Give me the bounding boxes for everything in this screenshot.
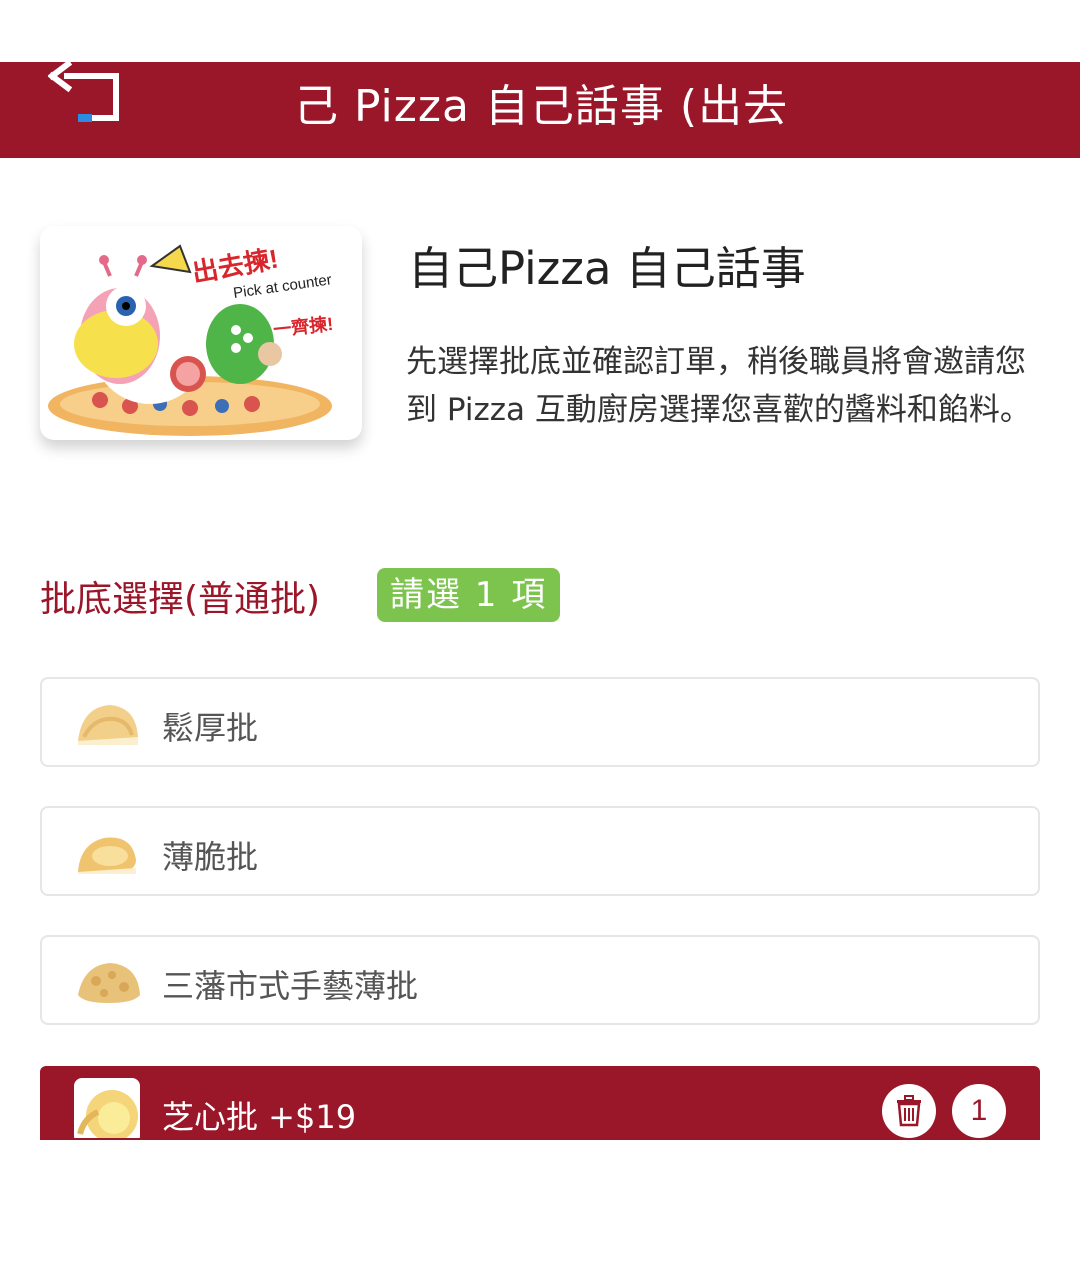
remove-button[interactable]	[882, 1084, 936, 1138]
option-label: 三藩市式手藝薄批	[162, 967, 419, 1005]
back-button[interactable]	[46, 62, 130, 132]
top-bar: 己 Pizza 自己話事 (出去	[0, 62, 1080, 158]
crust-image	[74, 955, 142, 1009]
crust-image	[74, 1078, 140, 1138]
crust-option-thick[interactable]: 鬆厚批	[40, 677, 1040, 767]
shop-banner-image: 出去揀! Pick at counter 一齊揀!	[40, 226, 362, 440]
page-title: 己 Pizza 自己話事 (出去	[294, 81, 789, 132]
crust-image	[74, 826, 142, 880]
quantity-badge: 1	[952, 1084, 1006, 1138]
shop-name: 自己Pizza 自己話事	[408, 242, 806, 295]
option-label: 鬆厚批	[162, 709, 259, 747]
pick-count-badge: 請選 1 項	[377, 568, 561, 622]
option-label: 芝心批 +$19	[162, 1098, 357, 1136]
crust-option-sf-thin[interactable]: 三藩市式手藝薄批	[40, 935, 1040, 1025]
svg-text:一齊揀!: 一齊揀!	[272, 313, 334, 340]
option-label: 薄脆批	[162, 838, 259, 876]
back-arrow-icon	[46, 62, 130, 132]
shop-description: 先選擇批底並確認訂單，稍後職員將會邀請您到 Pizza 互動廚房選擇您喜歡的醬料…	[406, 344, 1031, 428]
crust-image	[74, 697, 142, 751]
section-title: 批底選擇(普通批)	[40, 579, 321, 620]
crust-option-thin[interactable]: 薄脆批	[40, 806, 1040, 896]
crust-option-cheese-selected[interactable]: 芝心批 +$19 1	[40, 1066, 1040, 1140]
